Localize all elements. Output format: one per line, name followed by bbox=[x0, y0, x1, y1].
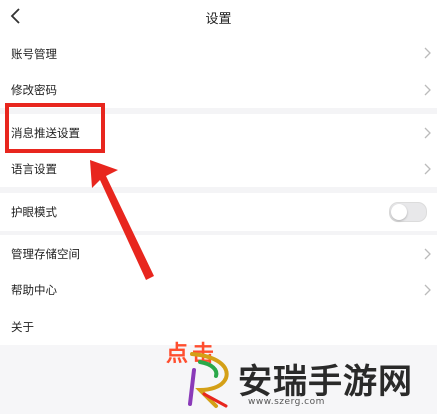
settings-item-language[interactable]: 语言设置 bbox=[0, 151, 437, 188]
settings-item-label: 管理存储空间 bbox=[11, 247, 80, 261]
chevron-right-icon bbox=[424, 284, 431, 296]
settings-item-storage[interactable]: 管理存储空间 bbox=[0, 235, 437, 273]
chevron-right-icon bbox=[424, 248, 431, 260]
top-bar: 设置 bbox=[0, 0, 437, 34]
chevron-right-icon bbox=[424, 84, 431, 96]
settings-item-account[interactable]: 账号管理 bbox=[0, 34, 437, 73]
toggle-knob bbox=[391, 204, 407, 220]
settings-item-about[interactable]: 关于 bbox=[0, 308, 437, 345]
watermark-name: 安瑞手游网 bbox=[238, 362, 413, 402]
page-title: 设置 bbox=[205, 12, 232, 27]
chevron-right-icon bbox=[424, 163, 431, 175]
settings-item-eye-protection: 护眼模式 bbox=[0, 193, 437, 232]
settings-item-help[interactable]: 帮助中心 bbox=[0, 272, 437, 309]
watermark-url: www.szerg.com bbox=[248, 397, 325, 407]
settings-item-label: 护眼模式 bbox=[11, 205, 57, 219]
settings-item-label: 语言设置 bbox=[11, 162, 57, 176]
settings-item-label: 帮助中心 bbox=[11, 283, 57, 297]
site-logo-icon bbox=[188, 352, 229, 408]
chevron-right-icon bbox=[424, 47, 431, 59]
eye-mode-toggle[interactable] bbox=[389, 202, 427, 222]
settings-item-label: 关于 bbox=[11, 320, 34, 334]
settings-item-label: 修改密码 bbox=[11, 83, 57, 97]
highlight-box bbox=[5, 103, 105, 153]
chevron-right-icon bbox=[424, 127, 431, 139]
settings-item-label: 账号管理 bbox=[11, 47, 57, 61]
red-arrow-icon bbox=[90, 160, 154, 280]
